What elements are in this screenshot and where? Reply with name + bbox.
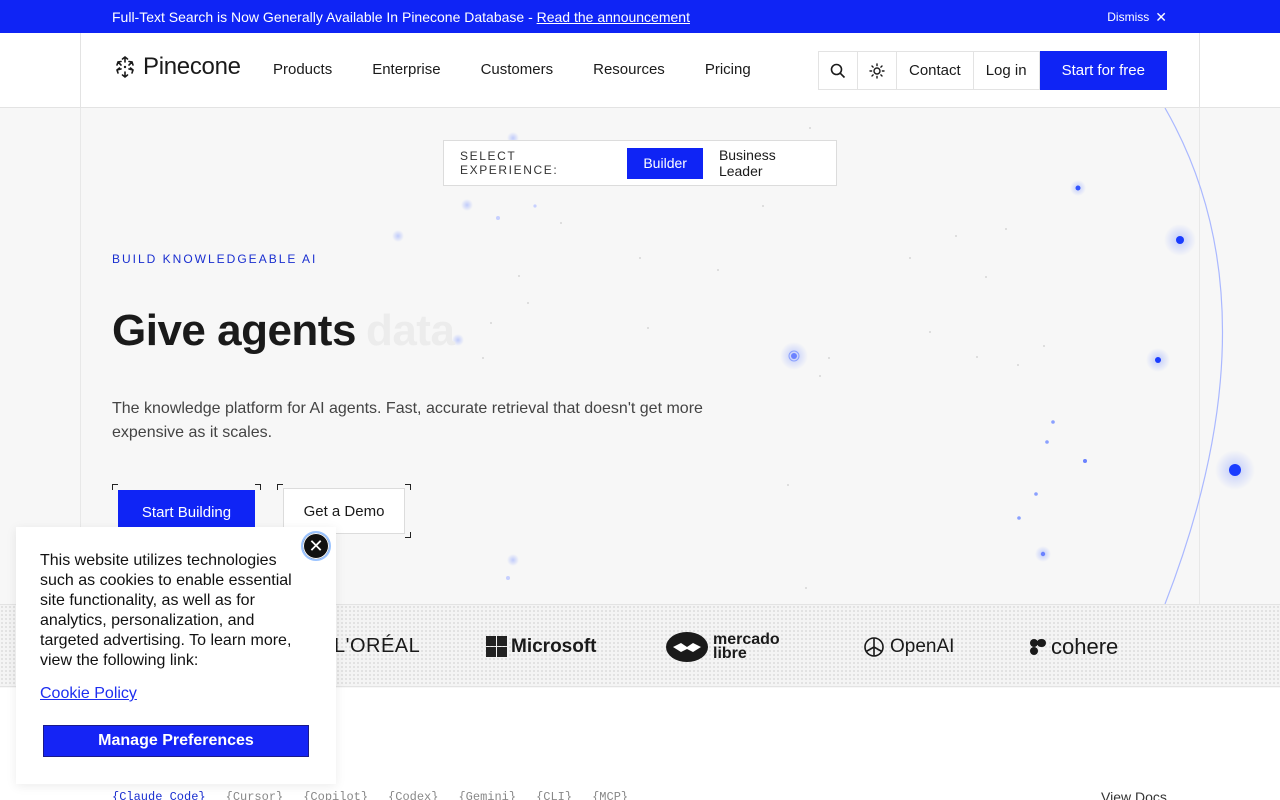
nav-resources[interactable]: Resources — [593, 61, 665, 78]
search-icon — [830, 63, 846, 78]
hero-eyebrow: BUILD KNOWLEDGEABLE AI — [112, 252, 318, 266]
experience-selector: SELECT EXPERIENCE: Builder Business Lead… — [443, 140, 837, 186]
handshake-icon — [666, 631, 708, 662]
start-for-free-button[interactable]: Start for free — [1039, 51, 1167, 90]
manage-preferences-button[interactable]: Manage Preferences — [43, 725, 309, 757]
experience-label: SELECT EXPERIENCE: — [460, 149, 559, 177]
main-nav: Products Enterprise Customers Resources … — [273, 61, 751, 78]
nav-customers[interactable]: Customers — [481, 61, 554, 78]
hero-headline-ghost-word: data — [365, 306, 455, 355]
tag-claude-code[interactable]: {Claude Code} — [112, 790, 206, 800]
tag-cursor[interactable]: {Cursor} — [226, 790, 284, 800]
announcement-link[interactable]: Read the announcement — [537, 9, 690, 25]
pinecone-logo-icon — [116, 55, 134, 79]
dismiss-button[interactable]: Dismiss ✕ — [1107, 10, 1167, 24]
corner-mark — [405, 532, 411, 538]
grid-line — [80, 33, 81, 108]
experience-builder-option[interactable]: Builder — [627, 147, 703, 179]
view-docs-link[interactable]: View Docs — [1101, 789, 1167, 800]
close-icon: ✕ — [308, 535, 324, 556]
cookie-policy-link[interactable]: Cookie Policy — [40, 685, 137, 703]
loreal-logo: L'ORÉAL — [334, 605, 420, 688]
microsoft-logo: Microsoft — [486, 605, 597, 688]
close-icon: ✕ — [1155, 8, 1167, 25]
site-header: Pinecone Products Enterprise Customers R… — [0, 33, 1280, 108]
tag-cli[interactable]: {CLI} — [536, 790, 572, 800]
nav-products[interactable]: Products — [273, 61, 332, 78]
cohere-logo-text: cohere — [1051, 633, 1119, 659]
openai-icon — [864, 636, 884, 657]
corner-mark — [405, 484, 411, 490]
dismiss-label: Dismiss — [1107, 9, 1150, 24]
experience-business-leader-option[interactable]: Business Leader — [703, 147, 836, 179]
pinecone-logo[interactable]: Pinecone — [113, 53, 241, 81]
cohere-icon — [1030, 638, 1046, 655]
hero-headline-text: Give agents — [112, 306, 356, 355]
contact-button[interactable]: Contact — [897, 52, 974, 89]
corner-mark — [255, 484, 261, 490]
microsoft-icon — [486, 636, 507, 657]
tag-gemini[interactable]: {Gemini} — [458, 790, 516, 800]
cookie-text: This website utilizes technologies such … — [40, 552, 292, 669]
nav-enterprise[interactable]: Enterprise — [372, 61, 440, 78]
tag-codex[interactable]: {Codex} — [388, 790, 438, 800]
search-button[interactable] — [819, 52, 858, 89]
announcement-text-wrap: Full-Text Search is Now Generally Availa… — [112, 9, 690, 25]
hero-subtext: The knowledge platform for AI agents. Fa… — [112, 400, 703, 441]
logo-text: Pinecone — [143, 53, 241, 80]
theme-toggle-button[interactable] — [858, 52, 897, 89]
cohere-logo: cohere — [1029, 605, 1118, 688]
cookie-banner: This website utilizes technologies such … — [16, 527, 336, 784]
nav-pricing[interactable]: Pricing — [705, 61, 751, 78]
login-button[interactable]: Log in — [973, 52, 1040, 89]
tag-copilot[interactable]: {Copilot} — [303, 790, 368, 800]
announcement-bar: Full-Text Search is Now Generally Availa… — [0, 0, 1280, 33]
cookie-close-button[interactable]: ✕ — [301, 531, 331, 561]
sun-icon — [869, 62, 885, 79]
openai-logo: OpenAI — [862, 605, 954, 688]
loreal-logo-text: L'ORÉAL — [334, 635, 421, 657]
integration-tags: {Claude Code} {Cursor} {Copilot} {Codex}… — [112, 790, 628, 800]
mercado-libre-logo: mercado libre — [665, 605, 785, 688]
announcement-text: Full-Text Search is Now Generally Availa… — [112, 8, 537, 25]
openai-logo-text: OpenAI — [890, 635, 955, 657]
mercado-libre-logo-text: mercado libre — [713, 630, 780, 662]
grid-line — [1199, 33, 1200, 108]
microsoft-logo-text: Microsoft — [511, 635, 597, 657]
corner-mark — [112, 484, 118, 490]
tag-mcp[interactable]: {MCP} — [592, 790, 628, 800]
corner-mark — [277, 484, 283, 490]
hero-headline: Give agents data — [112, 306, 455, 356]
header-actions: Contact Log in Start for free — [818, 51, 1167, 90]
